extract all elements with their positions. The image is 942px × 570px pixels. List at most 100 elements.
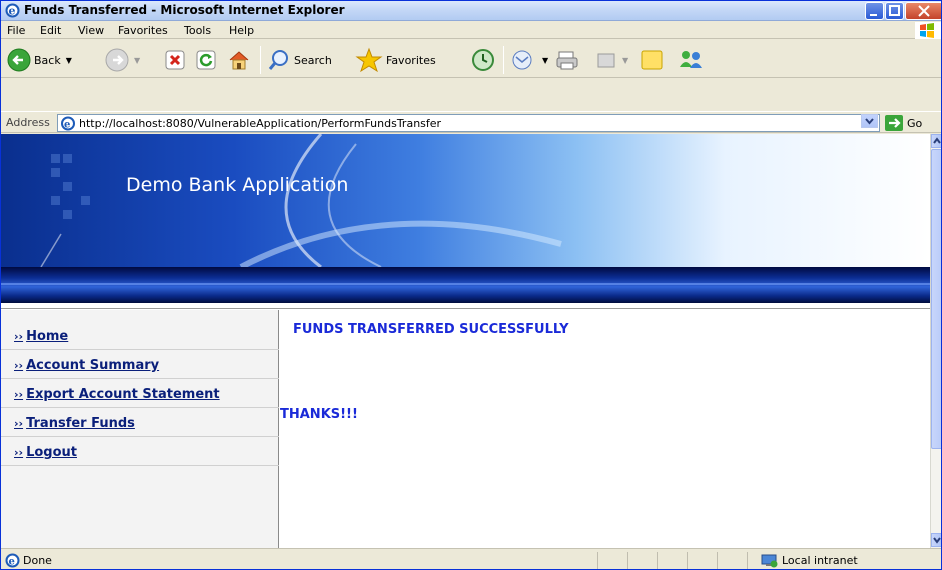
nav-link-logout[interactable]: ›› Logout [14, 445, 77, 460]
favorites-button[interactable]: Favorites [355, 46, 436, 74]
messenger-icon [680, 51, 702, 68]
zone-text: Local intranet [782, 554, 858, 567]
menu-file[interactable]: File [7, 24, 25, 37]
nav-marker: ›› [14, 446, 24, 459]
thanks-message: THANKS!!! [280, 407, 358, 422]
history-icon [472, 49, 494, 71]
status-cell [627, 552, 657, 569]
close-icon [918, 5, 930, 17]
print-button[interactable] [555, 46, 579, 74]
maximize-button[interactable] [885, 2, 904, 20]
menu-tools[interactable]: Tools [184, 24, 211, 37]
refresh-button[interactable] [195, 46, 217, 74]
back-dropdown-icon[interactable]: ▼ [66, 56, 72, 65]
discuss-button[interactable] [639, 46, 665, 74]
nav-label: Export Account Statement [26, 387, 220, 402]
go-button[interactable]: Go [885, 115, 922, 131]
forward-dropdown-icon[interactable]: ▼ [134, 56, 140, 65]
menu-favorites[interactable]: Favorites [118, 24, 168, 37]
scroll-up-button[interactable] [931, 134, 941, 148]
nav-marker: ›› [14, 417, 24, 430]
favorites-label: Favorites [386, 53, 436, 67]
edit-button[interactable]: ▼ [595, 46, 628, 74]
stop-button[interactable] [164, 46, 186, 74]
toolbar: Back ▼ ▼ Search Favorites ▼ ▼ [1, 40, 941, 78]
minimize-button[interactable] [865, 2, 884, 20]
print-icon [556, 51, 578, 70]
sidebar-nav: ›› Home ›› Account Summary ›› Export Accoun… [1, 310, 279, 548]
nav-item-logout[interactable]: ›› Logout [1, 437, 279, 466]
back-button[interactable]: Back ▼ [7, 46, 72, 74]
forward-arrow-icon [105, 48, 129, 72]
address-dropdown[interactable] [861, 114, 878, 128]
mail-dropdown-icon[interactable]: ▼ [542, 56, 548, 65]
local-intranet-icon [761, 554, 778, 568]
app-title: Demo Bank Application [126, 174, 349, 196]
nav-link-transfer-funds[interactable]: ›› Transfer Funds [14, 416, 135, 431]
banner-stripe [1, 267, 930, 303]
nav-label: Account Summary [26, 358, 160, 373]
success-message: FUNDS TRANSFERRED SUCCESSFULLY [293, 322, 569, 337]
home-button[interactable] [227, 46, 251, 74]
status-cell [717, 552, 747, 569]
windows-logo-icon [915, 22, 941, 39]
address-input[interactable]: e http://localhost:8080/VulnerableApplic… [57, 114, 880, 132]
browser-window: e Funds Transferred - Microsoft Internet… [0, 0, 942, 570]
app-banner: Demo Bank Application [1, 134, 930, 267]
nav-item-account-summary[interactable]: ›› Account Summary [1, 350, 279, 379]
back-arrow-icon [7, 48, 31, 72]
status-cell [657, 552, 687, 569]
title-bar: e Funds Transferred - Microsoft Internet… [1, 1, 941, 21]
close-button[interactable] [905, 2, 941, 20]
nav-marker: ›› [14, 359, 24, 372]
mail-icon [512, 50, 532, 70]
nav-link-export-statement[interactable]: ›› Export Account Statement [14, 387, 220, 402]
menu-edit[interactable]: Edit [40, 24, 61, 37]
nav-marker: ›› [14, 388, 24, 401]
maximize-icon [889, 5, 900, 16]
search-icon [268, 50, 288, 70]
chevron-up-icon [933, 137, 941, 144]
stop-icon [165, 50, 185, 70]
nav-label: Transfer Funds [26, 416, 135, 431]
nav-item-export-statement[interactable]: ›› Export Account Statement [1, 379, 279, 408]
address-label: Address [6, 116, 50, 129]
edit-dropdown-icon[interactable]: ▼ [622, 56, 628, 65]
nav-link-home[interactable]: ›› Home [14, 329, 68, 344]
menu-view[interactable]: View [78, 24, 104, 37]
page-icon: e [61, 116, 75, 131]
banner-highlight [1, 283, 930, 285]
edit-icon [597, 53, 615, 68]
mail-button[interactable]: ▼ [511, 46, 548, 74]
back-label: Back [34, 53, 61, 67]
vertical-scrollbar[interactable] [930, 134, 941, 548]
nav-link-account-summary[interactable]: ›› Account Summary [14, 358, 159, 373]
page-done-icon: e [5, 553, 20, 568]
chevron-down-icon [865, 118, 874, 125]
toolbar-separator [260, 46, 261, 74]
svg-text:e: e [9, 557, 15, 568]
forward-button[interactable]: ▼ [105, 46, 140, 74]
nav-item-home[interactable]: ›› Home [1, 321, 279, 350]
ie-logo-icon: e [5, 3, 20, 18]
nav-label: Logout [26, 445, 77, 460]
status-bar: e Done Local intranet [1, 548, 941, 569]
address-bar: Address e http://localhost:8080/Vulnerab… [1, 111, 941, 133]
go-label: Go [907, 116, 923, 130]
home-icon [229, 51, 249, 70]
address-url: http://localhost:8080/VulnerableApplicat… [79, 117, 442, 130]
history-button[interactable] [471, 46, 495, 74]
scroll-thumb[interactable] [931, 149, 941, 449]
nav-item-transfer-funds[interactable]: ›› Transfer Funds [1, 408, 279, 437]
menu-bar: File Edit View Favorites Tools Help [1, 22, 941, 39]
status-cell [687, 552, 717, 569]
scroll-down-button[interactable] [931, 533, 941, 547]
svg-text:e: e [64, 120, 70, 131]
svg-text:e: e [9, 5, 16, 18]
page-viewport: Demo Bank Application ›› Home ›› Account S… [1, 134, 930, 548]
menu-help[interactable]: Help [229, 24, 254, 37]
search-button[interactable]: Search [267, 46, 332, 74]
refresh-icon [196, 50, 216, 70]
messenger-button[interactable] [677, 46, 705, 74]
window-title: Funds Transferred - Microsoft Internet E… [24, 3, 345, 17]
